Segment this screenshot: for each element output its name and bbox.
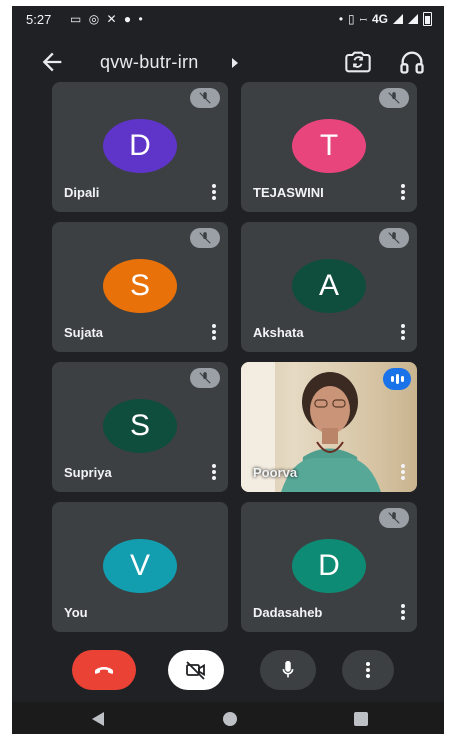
battery-icon bbox=[423, 12, 432, 26]
mic-off-icon bbox=[190, 228, 220, 248]
avatar: S bbox=[103, 259, 177, 313]
vibrate-icon: ▯ bbox=[348, 12, 355, 26]
participant-name: Sujata bbox=[64, 325, 104, 340]
avatar: S bbox=[103, 399, 177, 453]
more-vertical-icon[interactable] bbox=[401, 464, 405, 482]
nav-back-icon[interactable] bbox=[92, 712, 104, 726]
chat-icon: ● bbox=[123, 12, 134, 26]
microphone-icon bbox=[282, 660, 294, 678]
participant-name: Dadasaheb bbox=[253, 605, 323, 620]
switch-camera-icon[interactable] bbox=[344, 48, 372, 76]
more-vertical-icon[interactable] bbox=[401, 324, 405, 342]
end-call-icon bbox=[95, 667, 113, 674]
whatsapp-icon: ◎ bbox=[88, 12, 102, 26]
more-options-button[interactable] bbox=[342, 650, 394, 690]
expand-triangle-icon[interactable] bbox=[232, 58, 238, 68]
more-vertical-icon[interactable] bbox=[401, 604, 405, 622]
missed-call-icon: ✕ bbox=[106, 12, 119, 26]
speaking-indicator-icon bbox=[383, 368, 411, 390]
participant-tile[interactable]: S Supriya bbox=[52, 362, 228, 492]
participant-tile[interactable]: S Sujata bbox=[52, 222, 228, 352]
status-bar: 5:27 ▭ ◎ ✕ ● • • ▯ ꟷ 4G bbox=[12, 6, 444, 34]
avatar: D bbox=[103, 119, 177, 173]
phone-screen: 5:27 ▭ ◎ ✕ ● • • ▯ ꟷ 4G qvw-butr-irn D D… bbox=[12, 6, 444, 734]
participant-video-tile[interactable]: Poorva bbox=[241, 362, 417, 492]
avatar: D bbox=[292, 539, 366, 593]
dot-icon: • bbox=[138, 12, 145, 26]
headphones-icon[interactable] bbox=[398, 48, 426, 76]
participant-name: You bbox=[64, 605, 88, 620]
signal-icon bbox=[408, 14, 418, 24]
participant-tile[interactable]: A Akshata bbox=[241, 222, 417, 352]
signal-icon bbox=[393, 14, 403, 24]
more-vertical-icon[interactable] bbox=[401, 184, 405, 202]
nav-recent-icon[interactable] bbox=[354, 712, 368, 726]
meeting-code[interactable]: qvw-butr-irn bbox=[100, 52, 199, 73]
camera-toggle-button[interactable] bbox=[168, 650, 224, 690]
volte-icon: ꟷ bbox=[359, 14, 367, 25]
participant-tile[interactable]: V You bbox=[52, 502, 228, 632]
system-icons: • ▯ ꟷ 4G bbox=[339, 12, 432, 26]
more-vertical-icon[interactable] bbox=[212, 464, 216, 482]
top-bar: qvw-butr-irn bbox=[12, 40, 444, 84]
notification-icons: ▭ ◎ ✕ ● • bbox=[70, 12, 145, 26]
mic-off-icon bbox=[379, 228, 409, 248]
avatar: T bbox=[292, 119, 366, 173]
participant-tile[interactable]: D Dipali bbox=[52, 82, 228, 212]
mic-off-icon bbox=[379, 88, 409, 108]
participant-name: Dipali bbox=[64, 185, 100, 200]
avatar: A bbox=[292, 259, 366, 313]
back-arrow-icon[interactable] bbox=[38, 48, 66, 76]
mic-off-icon bbox=[190, 88, 220, 108]
participant-name: Akshata bbox=[253, 325, 304, 340]
mic-off-icon bbox=[379, 508, 409, 528]
avatar: V bbox=[103, 539, 177, 593]
nav-home-icon[interactable] bbox=[223, 712, 237, 726]
participant-name: TEJASWINI bbox=[253, 185, 324, 200]
participant-name: Poorva bbox=[253, 465, 298, 480]
participant-name: Supriya bbox=[64, 465, 112, 480]
more-vertical-icon[interactable] bbox=[212, 184, 216, 202]
network-type: 4G bbox=[371, 12, 388, 26]
more-vertical-icon[interactable] bbox=[212, 324, 216, 342]
notification-icon: ▭ bbox=[70, 12, 84, 26]
end-call-button[interactable] bbox=[72, 650, 136, 690]
location-icon: • bbox=[338, 12, 344, 26]
system-nav-bar bbox=[12, 702, 444, 734]
camera-off-icon bbox=[186, 661, 205, 680]
status-time: 5:27 bbox=[26, 12, 52, 27]
participant-tile[interactable]: T TEJASWINI bbox=[241, 82, 417, 212]
participant-tile[interactable]: D Dadasaheb bbox=[241, 502, 417, 632]
microphone-toggle-button[interactable] bbox=[260, 650, 316, 690]
more-vertical-icon bbox=[366, 662, 370, 678]
mic-off-icon bbox=[190, 368, 220, 388]
